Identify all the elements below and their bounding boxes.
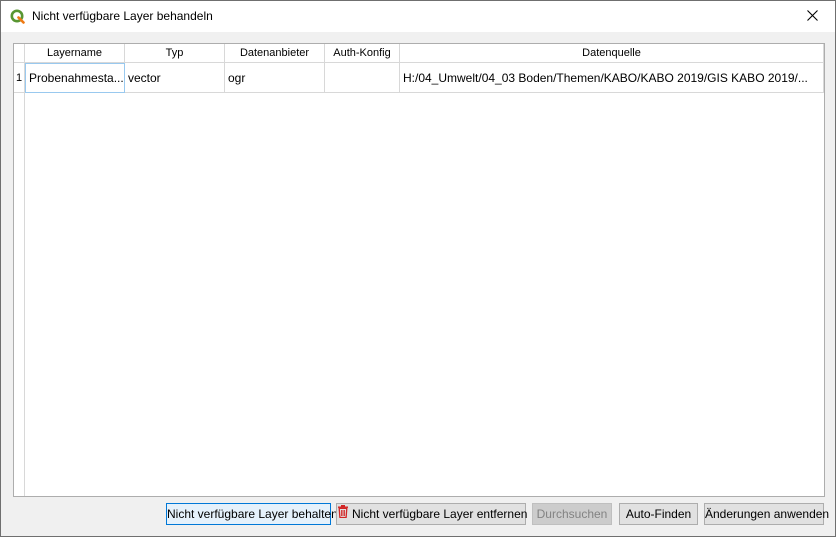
unavailable-layers-table[interactable]: Layername Typ Datenanbieter Auth-Konfig …	[13, 43, 825, 497]
cell-layername[interactable]: Probenahmesta...	[25, 63, 125, 93]
dialog-window: Nicht verfügbare Layer behandeln Layerna…	[0, 0, 836, 537]
keep-unavailable-layers-button[interactable]: Nicht verfügbare Layer behalten	[166, 503, 338, 525]
row-header-area	[14, 93, 25, 496]
window-title: Nicht verfügbare Layer behandeln	[32, 9, 213, 23]
title-bar: Nicht verfügbare Layer behandeln	[1, 1, 835, 32]
remove-button-label: Nicht verfügbare Layer entfernen	[352, 507, 528, 521]
column-header-layername[interactable]: Layername	[25, 44, 125, 63]
browse-button[interactable]: Durchsuchen	[532, 503, 612, 525]
column-header-datenquelle[interactable]: Datenquelle	[400, 44, 824, 63]
column-header-auth-konfig[interactable]: Auth-Konfig	[325, 44, 400, 63]
close-button[interactable]	[789, 1, 835, 32]
column-header-datenanbieter[interactable]: Datenanbieter	[225, 44, 325, 63]
trash-icon	[337, 504, 349, 524]
apply-changes-button[interactable]: Änderungen anwenden	[704, 503, 829, 525]
remove-unavailable-layers-button[interactable]: Nicht verfügbare Layer entfernen	[336, 503, 528, 525]
row-number[interactable]: 1	[14, 63, 25, 93]
qgis-icon	[10, 9, 25, 24]
close-icon	[806, 9, 818, 24]
cell-auth-konfig[interactable]	[325, 63, 400, 93]
table-corner	[14, 44, 25, 63]
cell-datenquelle[interactable]: H:/04_Umwelt/04_03 Boden/Themen/KABO/KAB…	[400, 63, 824, 93]
cell-typ[interactable]: vector	[125, 63, 225, 93]
column-header-typ[interactable]: Typ	[125, 44, 225, 63]
cell-datenanbieter[interactable]: ogr	[225, 63, 325, 93]
auto-find-button[interactable]: Auto-Finden	[619, 503, 698, 525]
